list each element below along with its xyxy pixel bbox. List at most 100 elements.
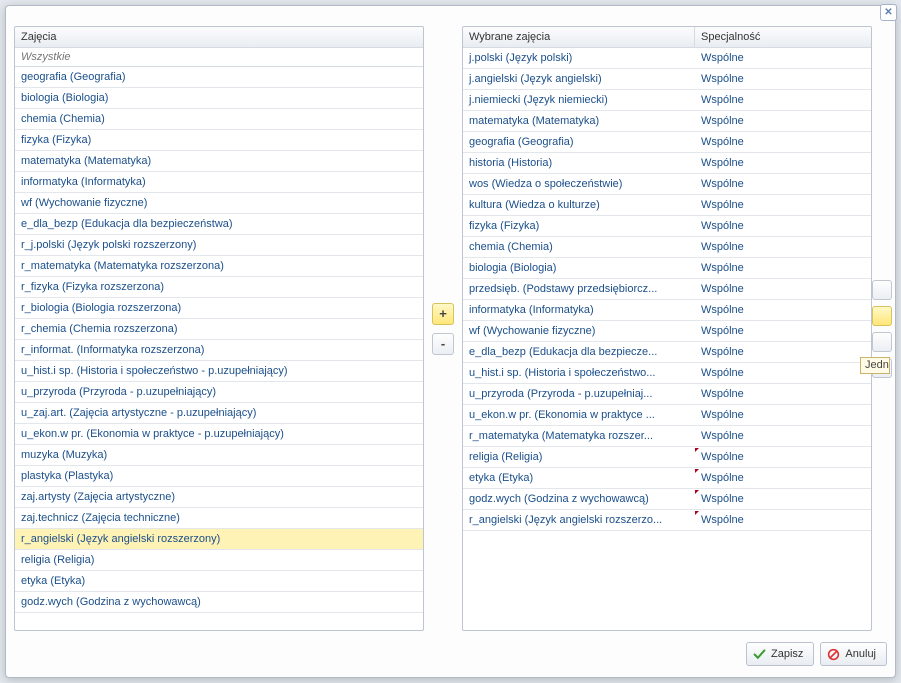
table-row[interactable]: wf (Wychowanie fizyczne)Wspólne	[463, 321, 871, 342]
move-down-button[interactable]	[872, 332, 892, 352]
subject-cell: religia (Religia)	[463, 448, 695, 466]
add-button[interactable]: +	[432, 303, 454, 325]
spec-cell: Wspólne	[695, 322, 871, 340]
list-item-label: geografia (Geografia)	[15, 68, 423, 86]
prohibit-icon	[827, 648, 840, 661]
available-grid-body[interactable]: geografia (Geografia) biologia (Biologia)…	[15, 67, 423, 630]
subject-cell: r_angielski (Język angielski rozszerzo..…	[463, 511, 695, 529]
list-item[interactable]: r_chemia (Chemia rozszerzona)	[15, 319, 423, 340]
list-item[interactable]: godz.wych (Godzina z wychowawcą)	[15, 592, 423, 613]
available-filter-row	[15, 48, 423, 67]
subject-cell: historia (Historia)	[463, 154, 695, 172]
list-item[interactable]: r_biologia (Biologia rozszerzona)	[15, 298, 423, 319]
spec-cell: Wspólne	[695, 448, 871, 466]
close-button[interactable]: ✕	[880, 4, 897, 21]
table-row[interactable]: kultura (Wiedza o kulturze)Wspólne	[463, 195, 871, 216]
subject-cell: godz.wych (Godzina z wychowawcą)	[463, 490, 695, 508]
close-icon: ✕	[884, 7, 892, 18]
list-item-label: e_dla_bezp (Edukacja dla bezpieczeństwa)	[15, 215, 423, 233]
spec-cell: Wspólne	[695, 70, 871, 88]
list-item-label: godz.wych (Godzina z wychowawcą)	[15, 593, 423, 611]
spec-cell: Wspólne	[695, 175, 871, 193]
list-item-label: u_zaj.art. (Zajęcia artystyczne - p.uzup…	[15, 404, 423, 422]
move-up-button[interactable]	[872, 306, 892, 326]
spec-cell: Wspólne	[695, 301, 871, 319]
spec-cell: Wspólne	[695, 49, 871, 67]
table-row[interactable]: matematyka (Matematyka)Wspólne	[463, 111, 871, 132]
available-filter-input[interactable]	[19, 50, 419, 64]
subject-cell: informatyka (Informatyka)	[463, 301, 695, 319]
list-item[interactable]: u_zaj.art. (Zajęcia artystyczne - p.uzup…	[15, 403, 423, 424]
minus-icon: -	[441, 336, 445, 351]
save-button[interactable]: Zapisz	[746, 642, 814, 666]
table-row[interactable]: r_matematyka (Matematyka rozszer...Wspól…	[463, 426, 871, 447]
selected-grid-body[interactable]: j.polski (Język polski)Wspólnej.angielsk…	[463, 48, 871, 630]
list-item[interactable]: fizyka (Fizyka)	[15, 130, 423, 151]
subject-cell: chemia (Chemia)	[463, 238, 695, 256]
list-item[interactable]: r_informat. (Informatyka rozszerzona)	[15, 340, 423, 361]
list-item-label: religia (Religia)	[15, 551, 423, 569]
list-item-label: r_biologia (Biologia rozszerzona)	[15, 299, 423, 317]
spec-cell: Wspólne	[695, 343, 871, 361]
spec-cell: Wspólne	[695, 427, 871, 445]
list-item[interactable]: informatyka (Informatyka)	[15, 172, 423, 193]
list-item-label: r_informat. (Informatyka rozszerzona)	[15, 341, 423, 359]
list-item[interactable]: muzyka (Muzyka)	[15, 445, 423, 466]
table-row[interactable]: geografia (Geografia)Wspólne	[463, 132, 871, 153]
spec-cell: Wspólne	[695, 154, 871, 172]
list-item[interactable]: etyka (Etyka)	[15, 571, 423, 592]
list-item[interactable]: religia (Religia)	[15, 550, 423, 571]
table-row[interactable]: religia (Religia)Wspólne	[463, 447, 871, 468]
table-row[interactable]: informatyka (Informatyka)Wspólne	[463, 300, 871, 321]
selected-header-subject[interactable]: Wybrane zajęcia	[463, 27, 695, 47]
table-row[interactable]: etyka (Etyka)Wspólne	[463, 468, 871, 489]
list-item[interactable]: r_j.polski (Język polski rozszerzony)	[15, 235, 423, 256]
table-row[interactable]: przedsięb. (Podstawy przedsiębiorcz...Ws…	[463, 279, 871, 300]
spec-cell: Wspólne	[695, 217, 871, 235]
list-item[interactable]: wf (Wychowanie fizyczne)	[15, 193, 423, 214]
list-item[interactable]: chemia (Chemia)	[15, 109, 423, 130]
list-item-label: r_chemia (Chemia rozszerzona)	[15, 320, 423, 338]
list-item[interactable]: biologia (Biologia)	[15, 88, 423, 109]
subject-cell: e_dla_bezp (Edukacja dla bezpiecze...	[463, 343, 695, 361]
subject-cell: u_przyroda (Przyroda - p.uzupełniaj...	[463, 385, 695, 403]
list-item[interactable]: r_matematyka (Matematyka rozszerzona)	[15, 256, 423, 277]
table-row[interactable]: wos (Wiedza o społeczeństwie)Wspólne	[463, 174, 871, 195]
table-row[interactable]: r_angielski (Język angielski rozszerzo..…	[463, 510, 871, 531]
dialog-footer: Zapisz Anuluj	[14, 639, 887, 669]
list-item[interactable]: r_angielski (Język angielski rozszerzony…	[15, 529, 423, 550]
table-row[interactable]: biologia (Biologia)Wspólne	[463, 258, 871, 279]
table-row[interactable]: historia (Historia)Wspólne	[463, 153, 871, 174]
subject-cell: matematyka (Matematyka)	[463, 112, 695, 130]
list-item-label: informatyka (Informatyka)	[15, 173, 423, 191]
table-row[interactable]: u_ekon.w pr. (Ekonomia w praktyce ...Wsp…	[463, 405, 871, 426]
list-item[interactable]: zaj.artysty (Zajęcia artystyczne)	[15, 487, 423, 508]
list-item[interactable]: geografia (Geografia)	[15, 67, 423, 88]
list-item[interactable]: e_dla_bezp (Edukacja dla bezpieczeństwa)	[15, 214, 423, 235]
list-item-label: biologia (Biologia)	[15, 89, 423, 107]
table-row[interactable]: j.niemiecki (Język niemiecki)Wspólne	[463, 90, 871, 111]
remove-button[interactable]: -	[432, 333, 454, 355]
list-item[interactable]: u_ekon.w pr. (Ekonomia w praktyce - p.uz…	[15, 424, 423, 445]
table-row[interactable]: u_hist.i sp. (Historia i społeczeństwo..…	[463, 363, 871, 384]
list-item-label: u_ekon.w pr. (Ekonomia w praktyce - p.uz…	[15, 425, 423, 443]
table-row[interactable]: godz.wych (Godzina z wychowawcą)Wspólne	[463, 489, 871, 510]
list-item[interactable]: plastyka (Plastyka)	[15, 466, 423, 487]
subject-cell: przedsięb. (Podstawy przedsiębiorcz...	[463, 280, 695, 298]
table-row[interactable]: j.angielski (Język angielski)Wspólne	[463, 69, 871, 90]
move-top-button[interactable]	[872, 280, 892, 300]
table-row[interactable]: e_dla_bezp (Edukacja dla bezpiecze...Wsp…	[463, 342, 871, 363]
selected-header-spec[interactable]: Specjalność	[695, 27, 871, 47]
list-item[interactable]: u_przyroda (Przyroda - p.uzupełniający)	[15, 382, 423, 403]
list-item[interactable]: u_hist.i sp. (Historia i społeczeństwo -…	[15, 361, 423, 382]
cancel-button[interactable]: Anuluj	[820, 642, 887, 666]
table-row[interactable]: u_przyroda (Przyroda - p.uzupełniaj...Ws…	[463, 384, 871, 405]
table-row[interactable]: chemia (Chemia)Wspólne	[463, 237, 871, 258]
table-row[interactable]: j.polski (Język polski)Wspólne	[463, 48, 871, 69]
list-item[interactable]: matematyka (Matematyka)	[15, 151, 423, 172]
list-item[interactable]: zaj.technicz (Zajęcia techniczne)	[15, 508, 423, 529]
subject-cell: j.angielski (Język angielski)	[463, 70, 695, 88]
table-row[interactable]: fizyka (Fizyka)Wspólne	[463, 216, 871, 237]
available-header[interactable]: Zajęcia	[15, 27, 423, 47]
list-item[interactable]: r_fizyka (Fizyka rozszerzona)	[15, 277, 423, 298]
